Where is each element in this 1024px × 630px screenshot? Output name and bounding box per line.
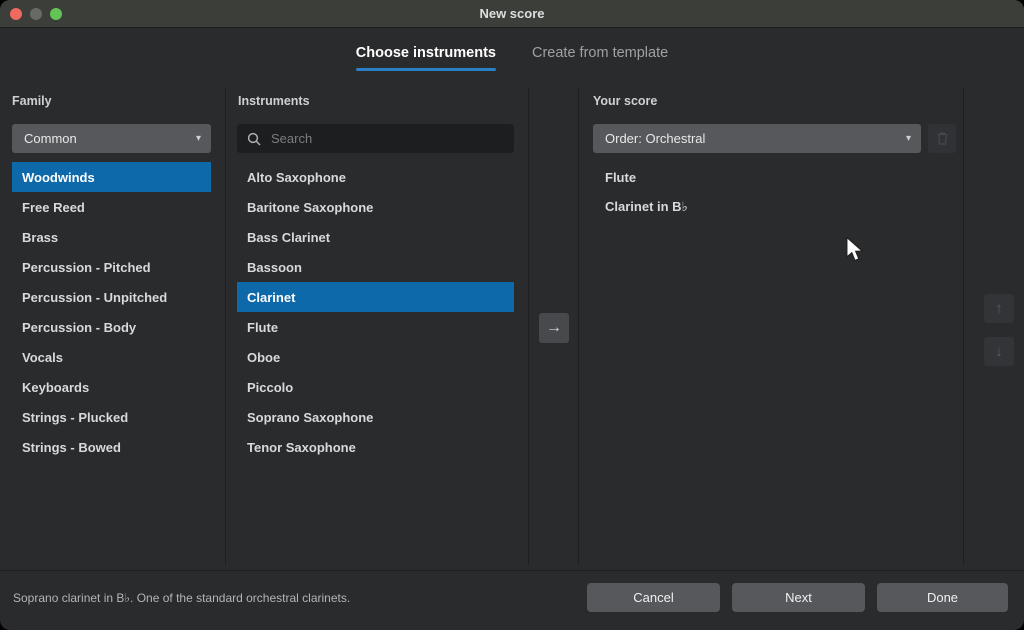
chevron-down-icon: ▾ xyxy=(196,134,201,144)
cancel-button[interactable]: Cancel xyxy=(587,583,720,612)
zoom-window-icon[interactable] xyxy=(50,8,62,20)
active-tab-underline xyxy=(356,68,496,71)
tab-create-from-template[interactable]: Create from template xyxy=(532,45,668,71)
instrument-item-baritone-saxophone[interactable]: Baritone Saxophone xyxy=(237,192,514,222)
window-title: New score xyxy=(0,0,1024,28)
tab-choose-instruments-label: Choose instruments xyxy=(356,45,496,61)
move-up-button[interactable]: ↑ xyxy=(984,294,1014,323)
new-score-dialog: New score Choose instruments Create from… xyxy=(0,0,1024,630)
family-item-woodwinds[interactable]: Woodwinds xyxy=(12,162,211,192)
family-item-brass[interactable]: Brass xyxy=(12,222,211,252)
family-item-keyboards[interactable]: Keyboards xyxy=(12,372,211,402)
instrument-item-oboe[interactable]: Oboe xyxy=(237,342,514,372)
instruments-panel-label: Instruments xyxy=(238,94,310,108)
arrow-right-icon: → xyxy=(546,319,562,337)
instrument-item-bass-clarinet[interactable]: Bass Clarinet xyxy=(237,222,514,252)
family-item-free-reed[interactable]: Free Reed xyxy=(12,192,211,222)
search-input[interactable] xyxy=(269,130,506,147)
panel-divider xyxy=(963,88,964,565)
instrument-item-piccolo[interactable]: Piccolo xyxy=(237,372,514,402)
search-icon xyxy=(247,132,261,146)
family-panel-label: Family xyxy=(12,94,52,108)
instrument-item-tenor-saxophone[interactable]: Tenor Saxophone xyxy=(237,432,514,462)
order-dropdown[interactable]: Order: Orchestral ▾ xyxy=(593,124,921,153)
instrument-search-box xyxy=(237,124,514,153)
instrument-item-soprano-saxophone[interactable]: Soprano Saxophone xyxy=(237,402,514,432)
move-down-button[interactable]: ↓ xyxy=(984,337,1014,366)
score-item-flute[interactable]: Flute xyxy=(593,162,921,192)
family-item-strings-bowed[interactable]: Strings - Bowed xyxy=(12,432,211,462)
chevron-down-icon: ▾ xyxy=(906,134,911,144)
trash-icon xyxy=(936,131,949,146)
score-instrument-list: Flute Clarinet in B♭ xyxy=(593,162,921,222)
family-list: Woodwinds Free Reed Brass Percussion - P… xyxy=(12,162,211,462)
add-to-score-button[interactable]: → xyxy=(539,313,569,343)
family-dropdown[interactable]: Common ▾ xyxy=(12,124,211,153)
remove-instrument-button[interactable] xyxy=(928,124,956,153)
instruments-list: Alto Saxophone Baritone Saxophone Bass C… xyxy=(237,162,514,462)
instrument-description: Soprano clarinet in B♭. One of the stand… xyxy=(13,591,350,605)
minimize-window-icon xyxy=(30,8,42,20)
family-item-percussion-pitched[interactable]: Percussion - Pitched xyxy=(12,252,211,282)
order-dropdown-value: Order: Orchestral xyxy=(605,131,705,146)
instrument-item-alto-saxophone[interactable]: Alto Saxophone xyxy=(237,162,514,192)
next-button[interactable]: Next xyxy=(732,583,865,612)
family-item-vocals[interactable]: Vocals xyxy=(12,342,211,372)
family-item-percussion-unpitched[interactable]: Percussion - Unpitched xyxy=(12,282,211,312)
instrument-item-flute[interactable]: Flute xyxy=(237,312,514,342)
title-bar: New score xyxy=(0,0,1024,28)
family-item-percussion-body[interactable]: Percussion - Body xyxy=(12,312,211,342)
your-score-panel-label: Your score xyxy=(593,94,657,108)
family-item-strings-plucked[interactable]: Strings - Plucked xyxy=(12,402,211,432)
instrument-item-bassoon[interactable]: Bassoon xyxy=(237,252,514,282)
done-button[interactable]: Done xyxy=(877,583,1008,612)
tab-choose-instruments[interactable]: Choose instruments xyxy=(356,45,496,71)
family-dropdown-value: Common xyxy=(24,131,77,146)
panel-divider xyxy=(578,88,579,565)
arrow-down-icon: ↓ xyxy=(995,343,1003,360)
panel-divider xyxy=(225,88,226,565)
instrument-item-clarinet[interactable]: Clarinet xyxy=(237,282,514,312)
mouse-cursor xyxy=(845,236,869,262)
close-window-icon[interactable] xyxy=(10,8,22,20)
score-item-clarinet-in-bb[interactable]: Clarinet in B♭ xyxy=(593,192,921,222)
footer-divider xyxy=(0,570,1024,571)
arrow-up-icon: ↑ xyxy=(995,300,1003,317)
panel-divider xyxy=(528,88,529,565)
tab-create-from-template-label: Create from template xyxy=(532,45,668,61)
dialog-tabs: Choose instruments Create from template xyxy=(0,45,1024,71)
